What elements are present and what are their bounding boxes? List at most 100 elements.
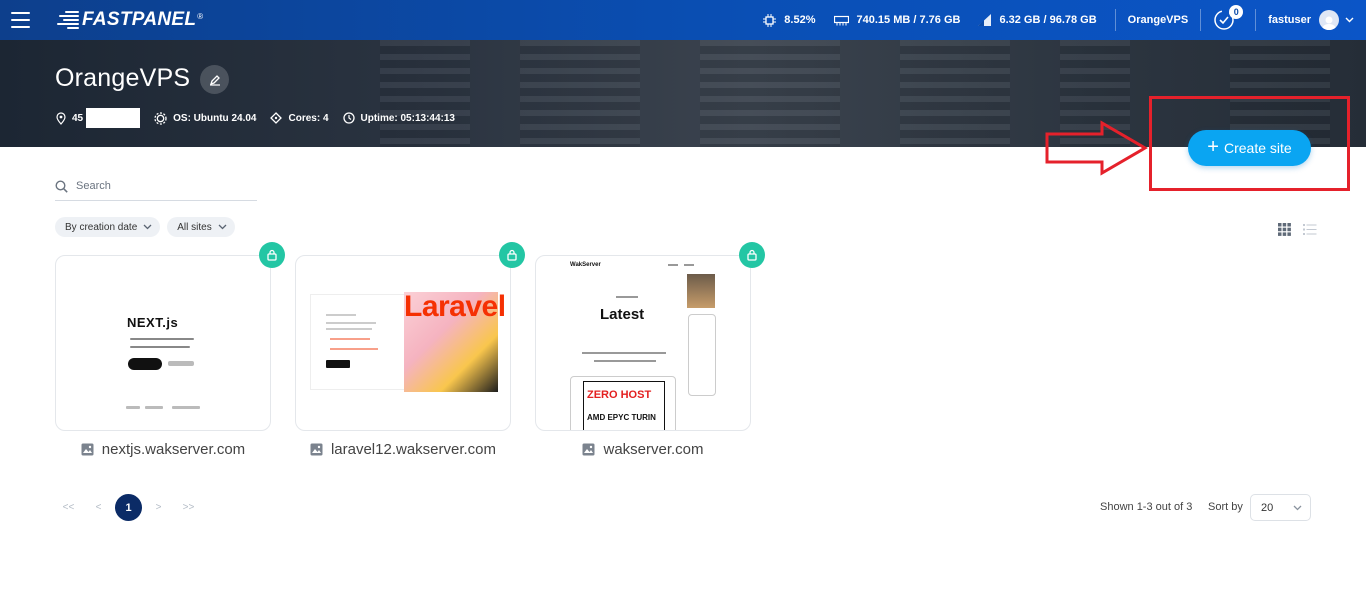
pagination: << < 1 > >>: [55, 494, 205, 521]
preview-button: [326, 360, 350, 368]
list-view-button[interactable]: [1303, 223, 1317, 241]
ram-icon: [833, 15, 849, 25]
background-rack: [380, 40, 470, 147]
preview-logo: WakServer: [570, 262, 601, 268]
brand-registered-mark: ®: [197, 11, 204, 21]
chevron-down-icon: [1293, 505, 1302, 510]
site-name[interactable]: nextjs.wakserver.com: [55, 441, 271, 458]
edit-server-button[interactable]: [200, 65, 229, 94]
preview-nav-link: [684, 264, 694, 266]
lock-icon: [267, 249, 277, 261]
server-selector[interactable]: OrangeVPS: [1116, 14, 1201, 26]
search-icon: [55, 179, 68, 193]
logo-lines-icon: [57, 11, 79, 29]
cpu-stat: 8.52%: [763, 13, 816, 27]
ssl-lock-icon[interactable]: [739, 242, 765, 268]
gear-icon: [154, 111, 167, 125]
chevron-down-icon: [218, 224, 227, 230]
grid-view-button[interactable]: [1278, 223, 1291, 241]
notifications-button[interactable]: 0: [1201, 0, 1255, 40]
top-bar: FASTPANEL ® 8.52% 740.15 MB / 7.76 GB 6.…: [0, 0, 1366, 40]
preview-text-line: [326, 328, 372, 330]
create-site-label: Create site: [1223, 140, 1292, 156]
view-toggle: [1266, 223, 1317, 241]
preview-text-line: [326, 322, 376, 324]
preview-sidebar: [688, 314, 716, 396]
brand-name: FASTPANEL: [82, 9, 197, 30]
ssl-lock-icon[interactable]: [259, 242, 285, 268]
ram-stat: 740.15 MB / 7.76 GB: [833, 14, 960, 26]
sort-filter-label: By creation date: [65, 221, 138, 233]
lock-icon: [747, 249, 757, 261]
page-1-button[interactable]: 1: [115, 494, 142, 521]
per-page-select[interactable]: 20: [1250, 494, 1311, 521]
results-count: Shown 1-3 out of 3: [1100, 501, 1193, 513]
preview-text-line: [330, 338, 370, 340]
username: fastuser: [1268, 14, 1311, 26]
preview-text-line: [130, 346, 190, 348]
last-page-button[interactable]: >>: [175, 494, 202, 521]
server-uptime: Uptime: 05:13:44:13: [342, 112, 455, 124]
preview-link: [168, 361, 194, 366]
disk-stat: 6.32 GB / 96.78 GB: [978, 13, 1097, 27]
server-cores: Cores: 4: [270, 112, 329, 124]
site-name[interactable]: laravel12.wakserver.com: [295, 441, 511, 458]
site-preview[interactable]: WakServer Latest ZERO HOST AMD EPYC TURI…: [535, 255, 751, 431]
site-domain: wakserver.com: [603, 441, 704, 458]
disk-icon: [978, 13, 992, 26]
avatar: [1319, 10, 1339, 30]
site-preview[interactable]: NEXT.js: [55, 255, 271, 431]
preview-logo: NEXT.js: [127, 315, 179, 330]
site-domain: nextjs.wakserver.com: [101, 441, 246, 458]
server-ip: 45: [56, 108, 141, 128]
search-input[interactable]: [76, 180, 246, 192]
image-icon: [81, 443, 94, 456]
preview-heading: Latest: [600, 306, 645, 323]
ip-value: 45: [72, 112, 84, 124]
site-card: WakServer Latest ZERO HOST AMD EPYC TURI…: [535, 242, 765, 458]
per-page-value: 20: [1261, 501, 1274, 514]
server-header: OrangeVPS 45 OS: Ubuntu 24.04 Cores: 4 U…: [0, 40, 1366, 147]
next-page-button[interactable]: >: [145, 494, 172, 521]
preview-text-line: [130, 338, 194, 340]
menu-icon[interactable]: [11, 12, 30, 28]
ip-redacted: [86, 108, 141, 128]
create-site-button[interactable]: + Create site: [1188, 130, 1311, 166]
image-icon: [310, 443, 323, 456]
preview-banner-card: ZERO HOST AMD EPYC TURIN: [570, 376, 676, 430]
preview-text-line: [330, 348, 378, 350]
notification-count: 0: [1229, 5, 1244, 19]
sort-filter[interactable]: By creation date: [55, 217, 161, 237]
site-preview[interactable]: Laravel: [295, 255, 511, 431]
site-scope-filter[interactable]: All sites: [167, 217, 235, 237]
background-rack: [520, 40, 640, 147]
plus-icon: +: [1207, 136, 1219, 158]
grid-icon: [1278, 223, 1291, 236]
preview-panel: [310, 294, 406, 390]
chevron-down-icon: [143, 224, 152, 230]
preview-text-line: [582, 352, 666, 354]
cores-value: Cores: 4: [288, 112, 329, 124]
location-pin-icon: [56, 111, 66, 125]
preview-banner-title: ZERO HOST: [587, 389, 652, 401]
chevron-down-icon: [1345, 17, 1354, 23]
preview-text-line: [326, 314, 356, 316]
preview-banner-subtitle: AMD EPYC TURIN: [587, 413, 656, 422]
search-box: [55, 172, 257, 201]
site-scope-label: All sites: [177, 221, 212, 233]
site-name[interactable]: wakserver.com: [535, 441, 751, 458]
brand-logo[interactable]: FASTPANEL ®: [57, 9, 203, 31]
disk-value: 6.32 GB / 96.78 GB: [999, 14, 1097, 26]
site-card: NEXT.js nextjs.wakserver.com: [55, 242, 285, 458]
first-page-button[interactable]: <<: [55, 494, 82, 521]
site-card: Laravel laravel12.wakserver.com: [295, 242, 525, 458]
background-rack: [1060, 40, 1130, 147]
user-menu[interactable]: fastuser: [1256, 10, 1366, 30]
ssl-lock-icon[interactable]: [499, 242, 525, 268]
prev-page-button[interactable]: <: [85, 494, 112, 521]
list-icon: [1303, 224, 1317, 235]
user-icon: [1322, 16, 1336, 30]
background-rack: [900, 40, 1010, 147]
preview-nav-link: [668, 264, 678, 266]
background-rack: [700, 40, 840, 147]
